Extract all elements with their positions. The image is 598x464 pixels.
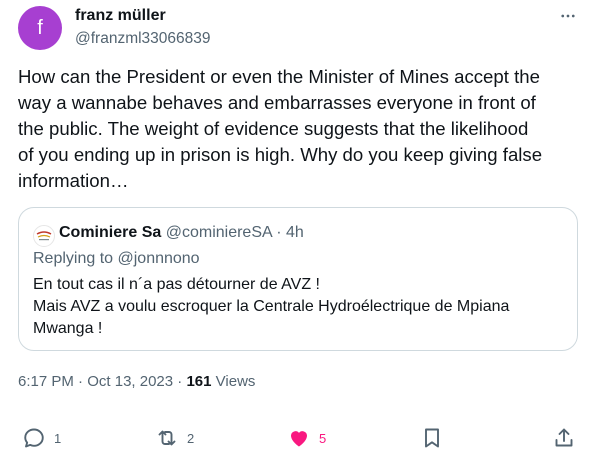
repost-icon (158, 430, 176, 446)
action-bar: 1 2 5 (0, 425, 598, 451)
share-button[interactable] (552, 425, 576, 451)
like-icon (291, 431, 307, 447)
reply-button[interactable]: 1 (22, 425, 61, 451)
author-name[interactable]: franz müller (75, 7, 166, 25)
author-handle[interactable]: @franzml33066839 (75, 30, 211, 48)
bookmark-icon (425, 428, 439, 448)
quoted-time[interactable]: 4h (286, 224, 304, 241)
author-avatar-letter: f (37, 16, 43, 39)
author-avatar[interactable]: f (18, 6, 62, 50)
tweet-meta: 6:17 PM · Oct 13, 2023 · 161 Views (18, 373, 255, 390)
reply-icon (24, 428, 44, 448)
quoted-replying-to: Replying to @jonnnono (33, 250, 200, 267)
views-label: Views (215, 373, 256, 390)
quoted-tweet[interactable]: Cominiere Sa @cominiereSA · 4h Replying … (18, 207, 578, 351)
more-options-button[interactable] (556, 4, 580, 28)
tweet-date[interactable]: Oct 13, 2023 (87, 373, 173, 390)
meta-separator: · (78, 373, 84, 390)
like-button[interactable]: 5 (287, 425, 326, 451)
tweet-text: How can the President or even the Minist… (18, 66, 543, 191)
share-icon (555, 428, 573, 447)
views-count: 161 (186, 373, 212, 390)
quoted-author-avatar (33, 225, 55, 247)
quoted-text: En tout cas il n´a pas détourner de AVZ … (33, 276, 510, 337)
meta-separator-2: · (177, 373, 183, 390)
quoted-author-handle[interactable]: @cominiereSA (166, 224, 272, 241)
reply-count: 1 (54, 430, 62, 446)
like-count: 5 (319, 430, 327, 446)
repost-count: 2 (187, 430, 195, 446)
quoted-header: Cominiere Sa @cominiereSA · 4h (59, 224, 304, 242)
quoted-author-name[interactable]: Cominiere Sa (59, 224, 161, 241)
cominiere-logo-icon (36, 231, 52, 241)
more-icon (561, 14, 575, 18)
quoted-separator: · (276, 224, 282, 241)
tweet-time[interactable]: 6:17 PM (18, 373, 74, 390)
repost-button[interactable]: 2 (155, 425, 194, 451)
bookmark-button[interactable] (420, 425, 444, 451)
